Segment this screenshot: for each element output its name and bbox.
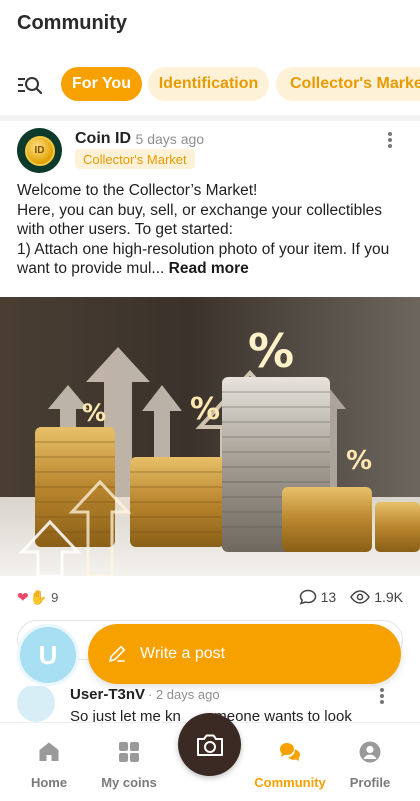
chat-bubbles-icon bbox=[280, 743, 300, 761]
nav-label: Profile bbox=[349, 775, 391, 790]
write-post-label: Write a post bbox=[140, 645, 226, 662]
heart-reaction-icon: ❤ bbox=[17, 589, 29, 605]
coins-growth-image: % % % % bbox=[0, 297, 420, 576]
post-stats-row: ❤ ✋ 9 13 1.9K bbox=[0, 588, 420, 610]
post-image[interactable]: % % % % bbox=[0, 297, 420, 576]
tab-identification[interactable]: Identification bbox=[148, 67, 269, 101]
nav-community[interactable]: Community bbox=[250, 740, 330, 790]
post-author[interactable]: Coin ID bbox=[75, 130, 131, 148]
avatar[interactable]: ID bbox=[17, 128, 62, 173]
svg-text:%: % bbox=[190, 392, 220, 427]
nav-label: Community bbox=[254, 775, 326, 790]
svg-text:%: % bbox=[82, 399, 106, 427]
post-author[interactable]: User-T3nV bbox=[70, 686, 145, 703]
grid-icon bbox=[119, 742, 139, 762]
page-title: Community bbox=[17, 12, 127, 34]
post-stats: 13 1.9K bbox=[299, 589, 403, 605]
view-count: 1.9K bbox=[374, 589, 403, 605]
search-filter-icon[interactable] bbox=[17, 74, 43, 96]
comment-icon bbox=[299, 589, 316, 605]
write-post-button[interactable]: Write a post bbox=[88, 624, 401, 684]
pencil-icon bbox=[109, 645, 126, 662]
nav-label: My coins bbox=[101, 775, 157, 790]
more-options-icon[interactable] bbox=[378, 688, 386, 706]
nav-profile[interactable]: Profile bbox=[330, 740, 410, 790]
nav-home[interactable]: Home bbox=[9, 740, 89, 790]
reactions[interactable]: ❤ ✋ 9 bbox=[17, 589, 58, 606]
clap-reaction-icon: ✋ bbox=[29, 589, 48, 605]
tab-collectors-market[interactable]: Collector's Market bbox=[276, 67, 420, 101]
more-options-icon[interactable] bbox=[384, 132, 396, 152]
read-more-link[interactable]: Read more bbox=[169, 260, 249, 277]
reaction-count: 9 bbox=[51, 590, 59, 605]
views-stat: 1.9K bbox=[350, 589, 403, 605]
coin-logo-icon: ID bbox=[24, 135, 55, 166]
post-time: · 5 days ago bbox=[127, 131, 205, 147]
post-body-line: Welcome to the Collector’s Market! bbox=[17, 182, 258, 199]
eye-icon bbox=[350, 590, 371, 604]
user-avatar-button[interactable]: U bbox=[17, 624, 79, 686]
post-body[interactable]: Welcome to the Collector’s Market! Here,… bbox=[17, 181, 407, 279]
avatar[interactable] bbox=[17, 686, 55, 722]
post-body-line: Here, you can buy, sell, or exchange you… bbox=[17, 201, 383, 239]
profile-icon bbox=[359, 741, 381, 763]
post-time: · 2 days ago bbox=[148, 687, 220, 702]
nav-label: Home bbox=[30, 775, 68, 790]
section-divider bbox=[0, 115, 420, 121]
tab-for-you[interactable]: For You bbox=[61, 67, 142, 101]
camera-icon bbox=[196, 734, 223, 756]
svg-text:%: % bbox=[248, 324, 294, 378]
home-icon bbox=[39, 742, 59, 761]
nav-my-coins[interactable]: My coins bbox=[89, 740, 169, 790]
post-tag-badge[interactable]: Collector's Market bbox=[75, 149, 195, 169]
filter-bar: For You Identification Collector's Marke… bbox=[0, 67, 420, 103]
svg-text:%: % bbox=[346, 446, 372, 476]
comment-count: 13 bbox=[320, 589, 337, 605]
post-body-line: 1) Attach one high-resolution photo of y… bbox=[17, 240, 407, 279]
comments-stat[interactable]: 13 bbox=[299, 589, 337, 605]
camera-button[interactable] bbox=[178, 713, 241, 776]
